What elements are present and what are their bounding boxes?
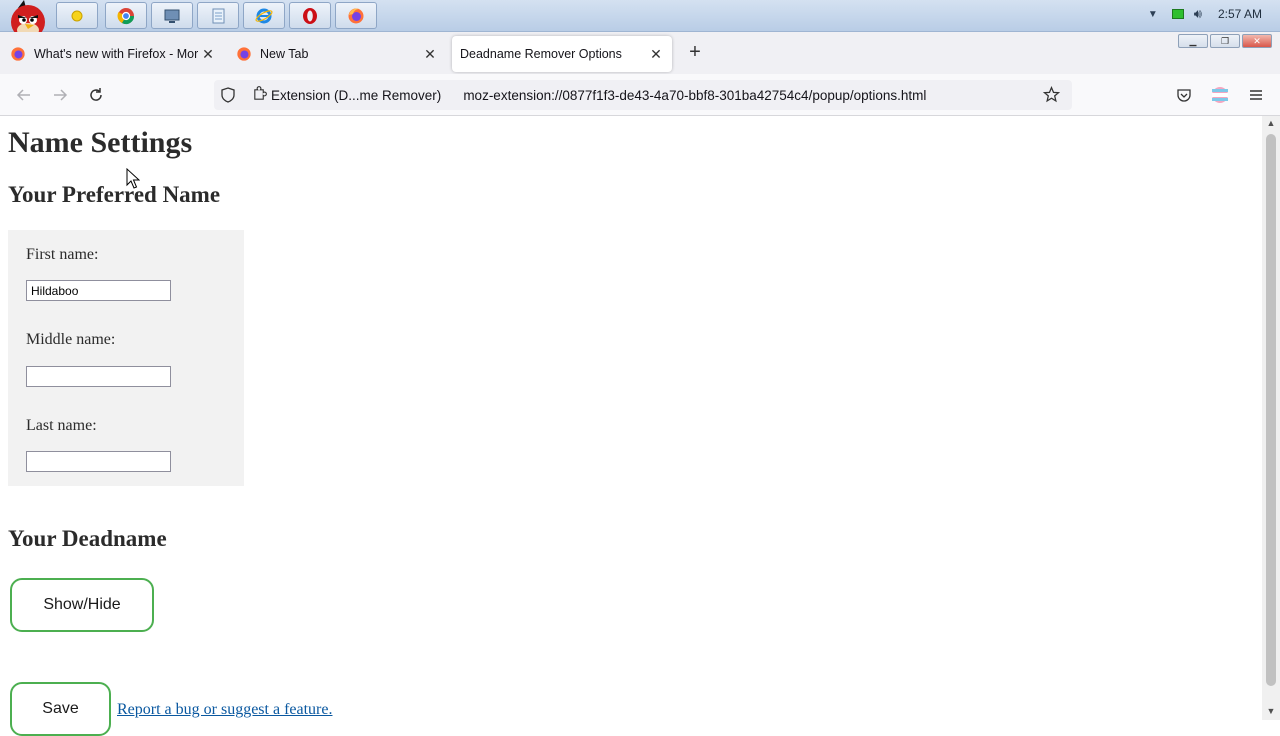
minimize-icon[interactable]: ▁ — [1178, 34, 1208, 48]
deadname-heading: Your Deadname — [8, 526, 167, 551]
middle-name-input[interactable] — [26, 366, 171, 387]
show-hide-button[interactable]: Show/Hide — [10, 578, 154, 632]
tab-label: New Tab — [260, 47, 309, 61]
tab-deadname-remover-options[interactable]: Deadname Remover Options ✕ — [452, 36, 672, 72]
scroll-down-icon[interactable]: ▼ — [1265, 706, 1277, 718]
restore-icon[interactable]: ❐ — [1210, 34, 1240, 48]
puzzle-piece-icon — [252, 86, 267, 104]
chevron-down-icon[interactable]: ▼ — [1148, 9, 1158, 20]
os-taskbar: ▼ 🔊︎ 2:57 AM — [0, 0, 1280, 39]
preferred-name-box: First name: Middle name: Last name: — [8, 230, 244, 486]
first-name-label: First name: — [26, 246, 99, 263]
close-tab-icon[interactable]: ✕ — [200, 46, 216, 62]
last-name-input[interactable] — [26, 451, 171, 472]
close-window-icon[interactable]: ✕ — [1242, 34, 1272, 48]
extension-identity-label: Extension (D...me Remover) — [271, 87, 442, 103]
pocket-icon[interactable] — [1174, 85, 1194, 105]
system-tray: ▼ 🔊︎ 2:57 AM — [1148, 0, 1280, 28]
tab-label: What's new with Firefox - More — [34, 47, 198, 61]
screen-icon[interactable] — [151, 2, 193, 29]
scroll-up-icon[interactable]: ▲ — [1265, 118, 1277, 130]
opera-icon[interactable] — [289, 2, 331, 29]
firefox-icon — [237, 47, 251, 61]
first-name-input[interactable] — [26, 280, 171, 301]
reload-icon[interactable] — [86, 85, 106, 105]
url-text[interactable]: moz-extension://0877f1f3-de43-4a70-bbf8-… — [463, 88, 926, 103]
url-bar[interactable]: Extension (D...me Remover) moz-extension… — [214, 80, 1072, 110]
tab-whats-new[interactable]: What's new with Firefox - More ✕ — [0, 36, 224, 72]
report-bug-link[interactable]: Report a bug or suggest a feature. — [117, 701, 332, 719]
save-button[interactable]: Save — [10, 682, 111, 736]
navigation-bar: Extension (D...me Remover) moz-extension… — [0, 74, 1280, 116]
firefox-icon — [11, 47, 25, 61]
scrollbar-thumb[interactable] — [1266, 134, 1276, 686]
internet-explorer-icon[interactable] — [243, 2, 285, 29]
tab-label: Deadname Remover Options — [460, 47, 622, 61]
chrome-icon[interactable] — [105, 2, 147, 29]
tab-strip: What's new with Firefox - More ✕ New Tab… — [0, 32, 1280, 74]
bookmark-star-icon[interactable] — [1042, 85, 1061, 108]
tab-new-tab[interactable]: New Tab ✕ — [226, 36, 446, 72]
last-name-label: Last name: — [26, 417, 97, 434]
close-tab-icon[interactable]: ✕ — [422, 46, 438, 62]
sun-weather-icon[interactable] — [56, 2, 98, 29]
notepad-icon[interactable] — [197, 2, 239, 29]
preferred-name-heading: Your Preferred Name — [8, 182, 221, 207]
volume-icon[interactable]: 🔊︎ — [1194, 6, 1202, 22]
new-tab-plus-icon[interactable]: + — [684, 42, 706, 64]
hamburger-menu-icon[interactable] — [1246, 85, 1266, 105]
close-tab-icon[interactable]: ✕ — [648, 46, 664, 62]
back-arrow-icon[interactable] — [14, 85, 34, 105]
account-avatar-icon[interactable] — [1210, 85, 1230, 105]
options-page: Name Settings Your Preferred Name First … — [0, 116, 1262, 736]
page-title: Name Settings — [8, 126, 193, 159]
window-controls: ▁ ❐ ✕ — [1178, 34, 1272, 48]
mouse-pointer-icon — [126, 167, 141, 195]
firefox-icon[interactable] — [335, 2, 377, 29]
middle-name-label: Middle name: — [26, 331, 116, 348]
battery-icon[interactable] — [1171, 9, 1184, 19]
shield-icon[interactable] — [220, 87, 236, 108]
clock[interactable]: 2:57 AM — [1218, 7, 1262, 21]
vertical-scrollbar[interactable]: ▲ ▼ — [1262, 116, 1280, 720]
extension-identity-box[interactable]: Extension (D...me Remover) — [248, 82, 449, 108]
forward-arrow-icon[interactable] — [50, 85, 70, 105]
